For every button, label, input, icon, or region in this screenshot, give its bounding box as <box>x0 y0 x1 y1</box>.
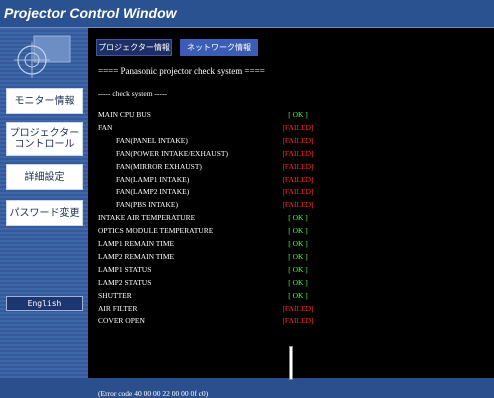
window-title: Projector Control Window <box>4 5 177 21</box>
status-value: [FAILED] <box>282 174 314 184</box>
status-value: [ OK ] <box>288 264 308 274</box>
status-row: LAMP2 REMAIN TIME [ OK ] <box>98 252 398 264</box>
sidebar-item-label: プロジェクター コントロール <box>9 128 80 150</box>
status-row: COVER OPEN [FAILED] <box>98 316 398 328</box>
status-value: [ OK ] <box>288 110 308 119</box>
status-value: [ OK ] <box>288 290 308 300</box>
status-row: FAN(PANEL INTAKE) [FAILED] <box>98 136 398 148</box>
status-row: FAN [FAILED] <box>98 123 398 135</box>
status-value: [ OK ] <box>288 226 308 236</box>
sidebar-item-change-password[interactable]: パスワード変更 <box>6 200 83 226</box>
status-label: FAN(PANEL INTAKE) <box>116 135 188 145</box>
status-label: FAN <box>98 122 113 132</box>
sidebar: モニター情報 プロジェクター コントロール 詳細設定 パスワード変更 Englis… <box>0 28 88 378</box>
status-value: [FAILED] <box>282 200 314 210</box>
error-code: (Error code 40 00 00 22 00 00 0f c0) <box>98 389 209 398</box>
sidebar-item-detailed-settings[interactable]: 詳細設定 <box>6 164 83 190</box>
status-row: FAN(LAMP1 INTAKE) [FAILED] <box>98 175 398 187</box>
sidebar-item-label: モニター情報 <box>14 95 75 107</box>
status-label: FAN(LAMP1 INTAKE) <box>116 174 190 184</box>
status-value: [ OK ] <box>288 213 308 223</box>
tab-projector-info[interactable]: プロジェクター情報 <box>96 39 172 56</box>
status-value: [FAILED] <box>282 316 314 326</box>
status-row: OPTICS MODULE TEMPERATURE [ OK ] <box>98 226 398 238</box>
scrollbar[interactable] <box>289 346 293 380</box>
status-label: AIR FILTER <box>98 303 138 313</box>
status-row: LAMP1 STATUS [ OK ] <box>98 265 398 277</box>
main-panel: プロジェクター情報 ネットワーク情報 ==== Panasonic projec… <box>88 28 494 398</box>
status-label: FAN(LAMP2 INTAKE) <box>116 187 190 197</box>
status-row: INTAKE AIR TEMPERATURE [ OK ] <box>98 213 398 225</box>
status-row: FAN(MIRROR EXHAUST) [FAILED] <box>98 162 398 174</box>
status-row: FAN(POWER INTAKE/EXHAUST) [FAILED] <box>98 149 398 161</box>
language-label: English <box>27 299 62 308</box>
sidebar-item-label: 詳細設定 <box>24 171 65 183</box>
status-label: LAMP2 STATUS <box>98 277 152 287</box>
status-value: [FAILED] <box>282 135 314 145</box>
status-label: FAN(POWER INTAKE/EXHAUST) <box>116 148 228 158</box>
status-label: LAMP2 REMAIN TIME <box>98 251 175 261</box>
status-row: FAN(LAMP2 INTAKE) [FAILED] <box>98 187 398 199</box>
status-label: LAMP1 STATUS <box>98 264 152 274</box>
status-row: LAMP1 REMAIN TIME [ OK ] <box>98 239 398 251</box>
sidebar-item-monitor-info[interactable]: モニター情報 <box>6 88 83 114</box>
status-value: [FAILED] <box>282 148 314 158</box>
check-system-subheader: ----- check system ----- <box>98 89 167 98</box>
projector-lens-icon <box>14 34 74 80</box>
tab-label: プロジェクター情報 <box>98 43 170 52</box>
status-value: [ OK ] <box>288 277 308 287</box>
status-label: COVER OPEN <box>98 316 145 326</box>
status-row: AIR FILTER [FAILED] <box>98 304 398 316</box>
status-label: MAIN CPU BUS <box>98 110 151 119</box>
tab-label: ネットワーク情報 <box>187 43 251 52</box>
status-value: [FAILED] <box>282 161 314 171</box>
status-value: [FAILED] <box>282 303 314 313</box>
status-label: FAN(MIRROR EXHAUST) <box>116 161 202 171</box>
status-row: SHUTTER [ OK ] <box>98 291 398 303</box>
check-system-header: ==== Panasonic projector check system ==… <box>98 66 265 76</box>
tab-network-info[interactable]: ネットワーク情報 <box>180 39 258 56</box>
sidebar-item-label: パスワード変更 <box>9 207 80 219</box>
status-label: FAN(PBS INTAKE) <box>116 200 178 210</box>
status-value: [ OK ] <box>288 239 308 248</box>
title-bar: Projector Control Window <box>0 0 494 28</box>
status-label: INTAKE AIR TEMPERATURE <box>98 213 196 223</box>
status-label: SHUTTER <box>98 290 132 300</box>
status-label: OPTICS MODULE TEMPERATURE <box>98 226 214 236</box>
status-label: LAMP1 REMAIN TIME <box>98 239 175 248</box>
status-row: FAN(PBS INTAKE) [FAILED] <box>98 200 398 212</box>
status-value: [ OK ] <box>288 251 308 261</box>
status-value: [FAILED] <box>282 122 314 132</box>
status-row: LAMP2 STATUS [ OK ] <box>98 278 398 290</box>
language-english-button[interactable]: English <box>6 296 83 311</box>
status-value: [FAILED] <box>282 187 314 197</box>
status-row: MAIN CPU BUS [ OK ] <box>98 110 398 122</box>
sidebar-item-projector-control[interactable]: プロジェクター コントロール <box>6 122 83 156</box>
